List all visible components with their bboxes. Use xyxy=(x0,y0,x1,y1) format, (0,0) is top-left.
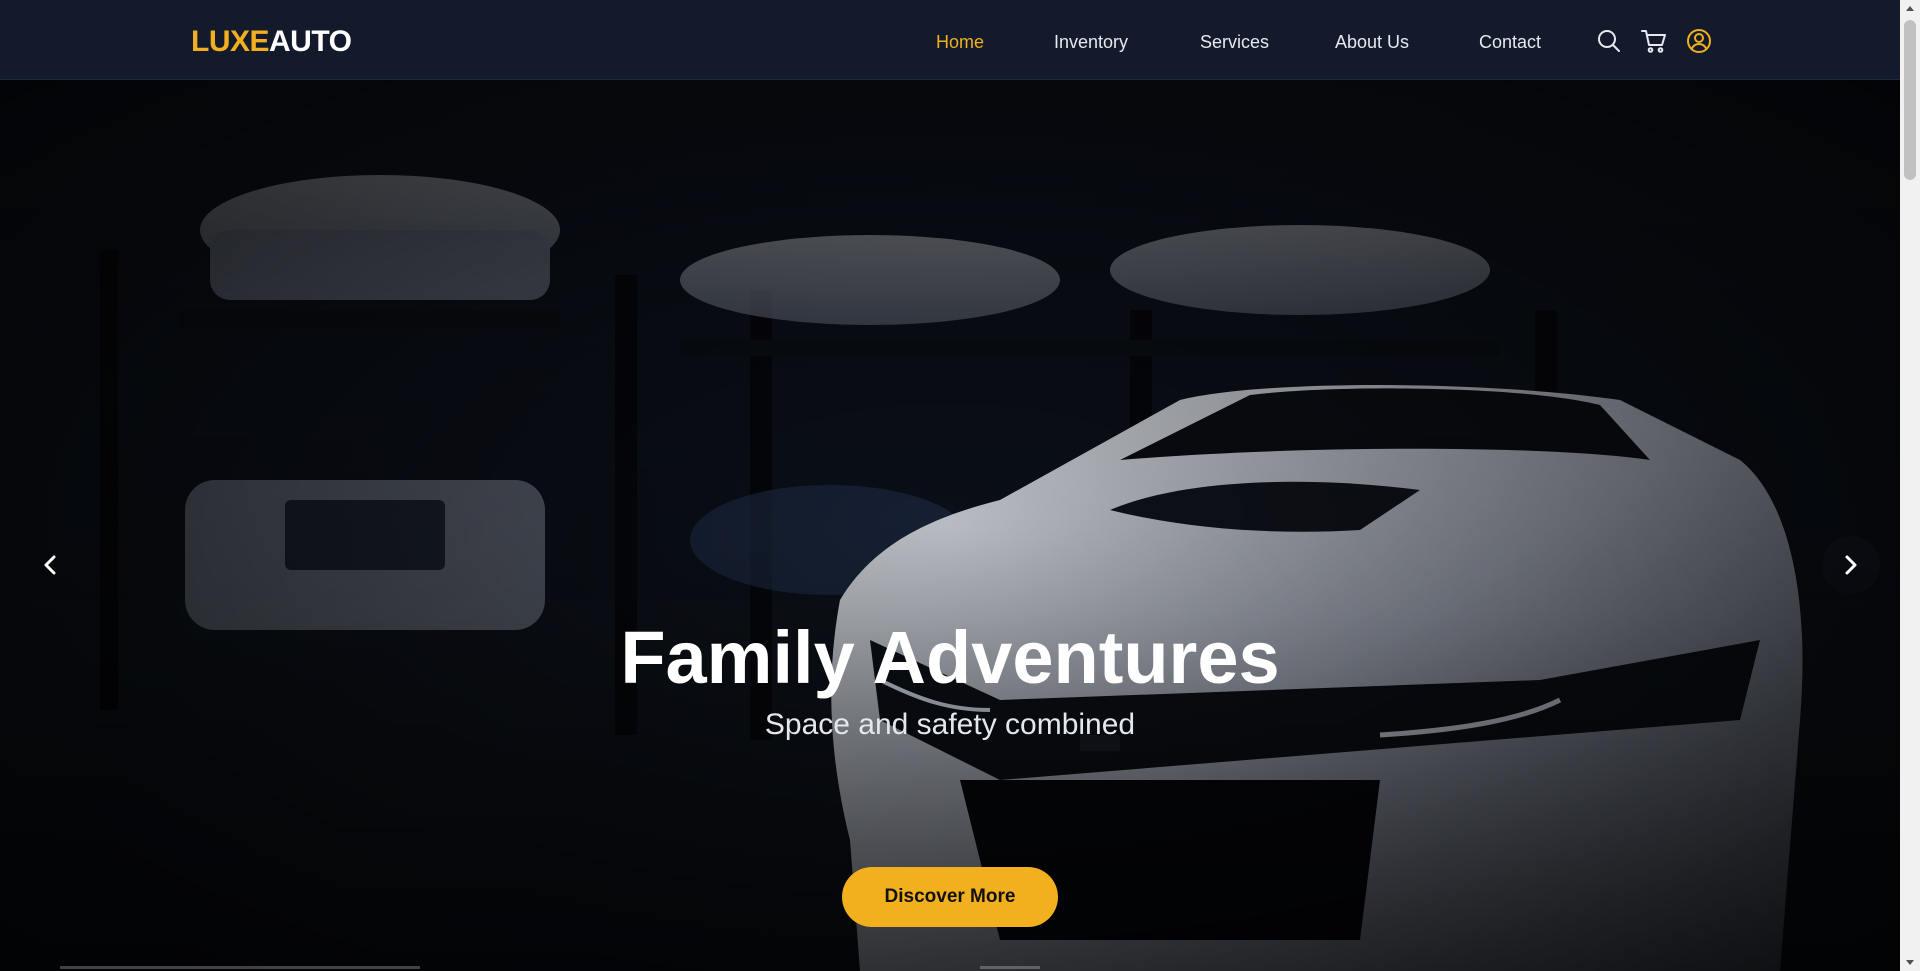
cart-icon[interactable] xyxy=(1640,27,1668,55)
triangle-down-icon xyxy=(1906,960,1914,965)
brand-logo-part2: AUTO xyxy=(269,25,352,58)
scroll-up-button[interactable] xyxy=(1900,0,1920,17)
triangle-up-icon xyxy=(1906,6,1914,11)
hero-title: Family Adventures xyxy=(620,616,1280,699)
nav-home[interactable]: Home xyxy=(936,28,984,56)
user-icon[interactable] xyxy=(1685,27,1713,55)
carousel-prev-button[interactable] xyxy=(30,537,70,593)
hero-subtitle: Space and safety combined xyxy=(764,708,1136,741)
hero-overlay xyxy=(0,80,1900,971)
scroll-thumb[interactable] xyxy=(1904,20,1916,180)
hero-carousel xyxy=(0,80,1900,971)
nav-contact[interactable]: Contact xyxy=(1479,28,1541,56)
brand-logo[interactable]: LUXEAUTO xyxy=(191,22,352,62)
page-scrollbar[interactable] xyxy=(1900,0,1920,971)
slide-progress-track-secondary xyxy=(980,966,1040,969)
chevron-right-icon xyxy=(1845,555,1857,575)
nav-about-us[interactable]: About Us xyxy=(1335,28,1409,56)
chevron-left-icon xyxy=(44,555,56,575)
nav-inventory[interactable]: Inventory xyxy=(1054,28,1128,56)
carousel-next-button[interactable] xyxy=(1822,536,1880,594)
slide-progress-track xyxy=(60,966,420,969)
nav-services[interactable]: Services xyxy=(1200,28,1269,56)
search-icon[interactable] xyxy=(1595,27,1623,55)
discover-more-button[interactable]: Discover More xyxy=(842,867,1058,927)
site-header: LUXEAUTO Home Inventory Services About U… xyxy=(0,0,1900,80)
scroll-down-button[interactable] xyxy=(1900,954,1920,971)
browser-viewport: LUXEAUTO Home Inventory Services About U… xyxy=(0,0,1900,971)
brand-logo-part1: LUXE xyxy=(191,25,270,58)
